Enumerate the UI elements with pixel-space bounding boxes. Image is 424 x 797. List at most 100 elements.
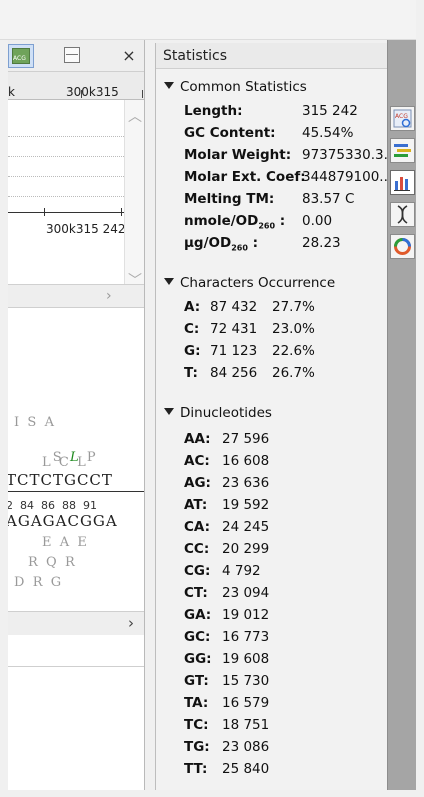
- common-statistics-toggle[interactable]: Common Statistics: [164, 79, 307, 95]
- dinucleotide-row: TA: 16 579: [184, 695, 269, 711]
- split-view-button[interactable]: [60, 44, 86, 68]
- section-title: Dinucleotides: [180, 405, 272, 421]
- statistics-button[interactable]: [390, 170, 415, 195]
- close-icon: ×: [122, 46, 136, 65]
- expand-triangle-icon: [164, 82, 174, 89]
- dna-view-button[interactable]: [390, 202, 415, 227]
- statistics-panel: Statistics Common Statistics Characters …: [155, 43, 387, 790]
- window-top-frame: [0, 0, 424, 40]
- chevron-up-icon[interactable]: ︿: [128, 106, 142, 126]
- characters-occurrence-toggle[interactable]: Characters Occurrence: [164, 275, 335, 291]
- stat-label: Melting TM:: [184, 191, 275, 207]
- annotations-icon: [394, 144, 411, 157]
- dinucleotide-count: 19 012: [222, 607, 270, 623]
- section-title: Common Statistics: [180, 79, 307, 95]
- dinucleotide-row: CC: 20 299: [184, 541, 269, 557]
- character-row: G: 71 123 22.6%: [184, 343, 315, 359]
- panel-title: Statistics: [163, 48, 227, 64]
- character-row: A: 87 432 27.7%: [184, 299, 315, 315]
- stat-label-main: nmole/OD: [184, 213, 259, 229]
- dna-strand-bottom: AGAGACGGA: [8, 512, 118, 530]
- stat-label-tail: :: [275, 213, 286, 229]
- common-stat-row: nmole/OD260 :0.00: [184, 213, 332, 231]
- stat-label: nmole/OD260 :: [184, 213, 286, 231]
- dinucleotide-label: TG:: [184, 739, 210, 755]
- character-label: C:: [184, 321, 200, 337]
- grid-line: [8, 156, 124, 157]
- dinucleotide-count: 15 730: [222, 673, 270, 689]
- sequence-view-toggle-button[interactable]: ACG: [8, 44, 34, 68]
- dinucleotide-row: CA: 24 245: [184, 519, 269, 535]
- stat-value: 315 242: [302, 103, 358, 119]
- overview-axis: [8, 212, 124, 213]
- stat-label: Molar Weight:: [184, 147, 292, 163]
- sequence-view-toolbar: ACG ×: [8, 40, 144, 72]
- stat-label-main: µg/OD: [184, 235, 232, 251]
- ruler-tick: [142, 90, 143, 98]
- chevron-right-icon[interactable]: ›: [128, 614, 134, 632]
- annotations-button[interactable]: [390, 138, 415, 163]
- ruler-left-label: k: [8, 85, 15, 99]
- dinucleotide-label: TA:: [184, 695, 209, 711]
- sequence-info-icon: ACG: [393, 109, 412, 128]
- divider: [8, 666, 144, 667]
- vertical-scrollbar[interactable]: ︿ ﹀: [124, 100, 144, 298]
- overview-horizontal-scrollbar[interactable]: ›: [8, 284, 144, 308]
- axis-tick: [121, 208, 122, 216]
- dinucleotides-toggle[interactable]: Dinucleotides: [164, 405, 272, 421]
- common-stat-row: Length: 315 242: [184, 103, 358, 119]
- empty-view-area: [8, 636, 144, 790]
- axis-tick: [44, 208, 45, 216]
- sequence-axis: [8, 491, 144, 492]
- expand-triangle-icon: [164, 278, 174, 285]
- dinucleotide-row: CT: 23 094: [184, 585, 269, 601]
- chevron-right-icon[interactable]: ›: [106, 288, 112, 304]
- section-title: Characters Occurrence: [180, 275, 336, 291]
- common-stat-row: Melting TM: 83.57 C: [184, 191, 354, 207]
- stat-value: 45.54%: [302, 125, 354, 141]
- dinucleotide-label: GC:: [184, 629, 211, 645]
- character-row: C: 72 431 23.0%: [184, 321, 315, 337]
- dinucleotide-count: 19 608: [222, 651, 270, 667]
- character-label: A:: [184, 299, 201, 315]
- common-stat-row: Molar Ext. Coef: 344879100...: [184, 169, 387, 185]
- dinucleotide-row: AA: 27 596: [184, 431, 269, 447]
- dinucleotide-label: AA:: [184, 431, 211, 447]
- character-label: G:: [184, 343, 201, 359]
- dinucleotide-count: 20 299: [222, 541, 270, 557]
- translation-row: L C L: [42, 455, 86, 470]
- statistics-chart-icon: [394, 177, 410, 191]
- close-view-button[interactable]: ×: [116, 44, 142, 68]
- dinucleotide-count: 23 094: [222, 585, 270, 601]
- dinucleotide-count: 19 592: [222, 497, 270, 513]
- character-percent: 27.7%: [272, 299, 315, 315]
- window-bottom-edge: [0, 790, 424, 797]
- grid-line: [8, 196, 124, 197]
- dinucleotide-row: AC: 16 608: [184, 453, 269, 469]
- circular-view-button[interactable]: [390, 234, 415, 259]
- sequence-view-badge: ACG: [13, 55, 26, 62]
- dinucleotide-row: TT: 25 840: [184, 761, 269, 777]
- sequence-horizontal-scrollbar[interactable]: ›: [8, 611, 144, 635]
- dinucleotide-count: 24 245: [222, 519, 270, 535]
- stat-label-tail: :: [247, 235, 259, 251]
- stat-label: GC Content:: [184, 125, 276, 141]
- dinucleotide-label: TC:: [184, 717, 209, 733]
- window-right-edge: [416, 0, 424, 797]
- sequence-view-panel: ACG × k 300k315 242 300k315 242 ︿ ﹀ › I …: [8, 40, 145, 790]
- dinucleotide-row: GC: 16 773: [184, 629, 269, 645]
- dinucleotide-row: AT: 19 592: [184, 497, 269, 513]
- dinucleotide-label: TT:: [184, 761, 208, 777]
- stat-value: 28.23: [302, 235, 341, 251]
- character-row: T: 84 256 26.7%: [184, 365, 315, 381]
- dinucleotide-row: TC: 18 751: [184, 717, 269, 733]
- common-stat-row: Molar Weight: 97375330.3..: [184, 147, 387, 163]
- dinucleotide-label: CC:: [184, 541, 210, 557]
- character-percent: 26.7%: [272, 365, 315, 381]
- sequence-detail-area: I S A S L P L C L TCTCTGCCT 2 84 86 88 9…: [8, 310, 144, 610]
- character-percent: 23.0%: [272, 321, 315, 337]
- dinucleotide-label: CA:: [184, 519, 211, 535]
- grid-line: [8, 136, 124, 137]
- sequence-info-button[interactable]: ACG: [390, 106, 415, 131]
- ruler-tick: [81, 90, 82, 98]
